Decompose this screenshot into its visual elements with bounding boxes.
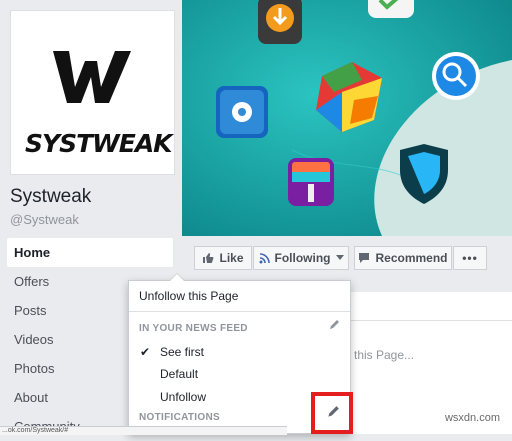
more-options-button[interactable]: ••• xyxy=(453,246,487,270)
page-handle[interactable]: @Systweak xyxy=(10,212,79,227)
panel-divider xyxy=(350,320,512,321)
cover-artwork xyxy=(182,0,512,236)
settings-app-icon xyxy=(216,86,268,138)
recommend-button-label: Recommend xyxy=(375,251,448,265)
systweak-logo-icon xyxy=(53,51,131,103)
more-options-label: ••• xyxy=(462,251,478,265)
page-title[interactable]: Systweak xyxy=(10,186,91,208)
see-first-option[interactable]: See first xyxy=(160,345,204,359)
like-button[interactable]: Like xyxy=(194,246,252,270)
highlight-box xyxy=(311,392,353,434)
watermark: wsxdn.com xyxy=(444,412,500,424)
cover-photo[interactable] xyxy=(182,0,512,236)
like-button-label: Like xyxy=(219,251,244,265)
following-button-label: Following xyxy=(274,251,331,265)
checkmark-icon: ✔ xyxy=(140,345,151,359)
unfollow-page-item[interactable]: Unfollow this Page xyxy=(139,289,238,303)
profile-picture[interactable]: SYSTWEAK xyxy=(10,10,175,175)
recommend-button[interactable]: Recommend xyxy=(354,246,452,270)
nav-item-home[interactable]: Home xyxy=(7,238,173,267)
paint-app-icon xyxy=(288,158,334,206)
panel-partial-text: this Page... xyxy=(354,348,415,362)
caret-down-icon xyxy=(335,255,344,260)
page-actions-bar: Like Following Recommend ••• xyxy=(182,236,512,282)
news-feed-header: IN YOUR NEWS FEED xyxy=(139,323,248,334)
logo-wordmark: SYSTWEAK xyxy=(25,129,173,158)
download-app-icon xyxy=(258,0,302,44)
default-option[interactable]: Default xyxy=(160,367,198,381)
following-button[interactable]: Following xyxy=(253,246,349,270)
dropdown-divider xyxy=(129,311,350,312)
speech-bubble-icon xyxy=(359,253,370,263)
search-app-icon xyxy=(432,52,480,100)
notifications-header: NOTIFICATIONS xyxy=(139,412,220,423)
unfollow-option[interactable]: Unfollow xyxy=(160,390,206,404)
check-app-icon xyxy=(368,0,414,18)
rss-icon xyxy=(259,252,270,263)
edit-news-feed-icon[interactable] xyxy=(328,319,340,331)
thumbs-up-icon xyxy=(203,253,214,263)
